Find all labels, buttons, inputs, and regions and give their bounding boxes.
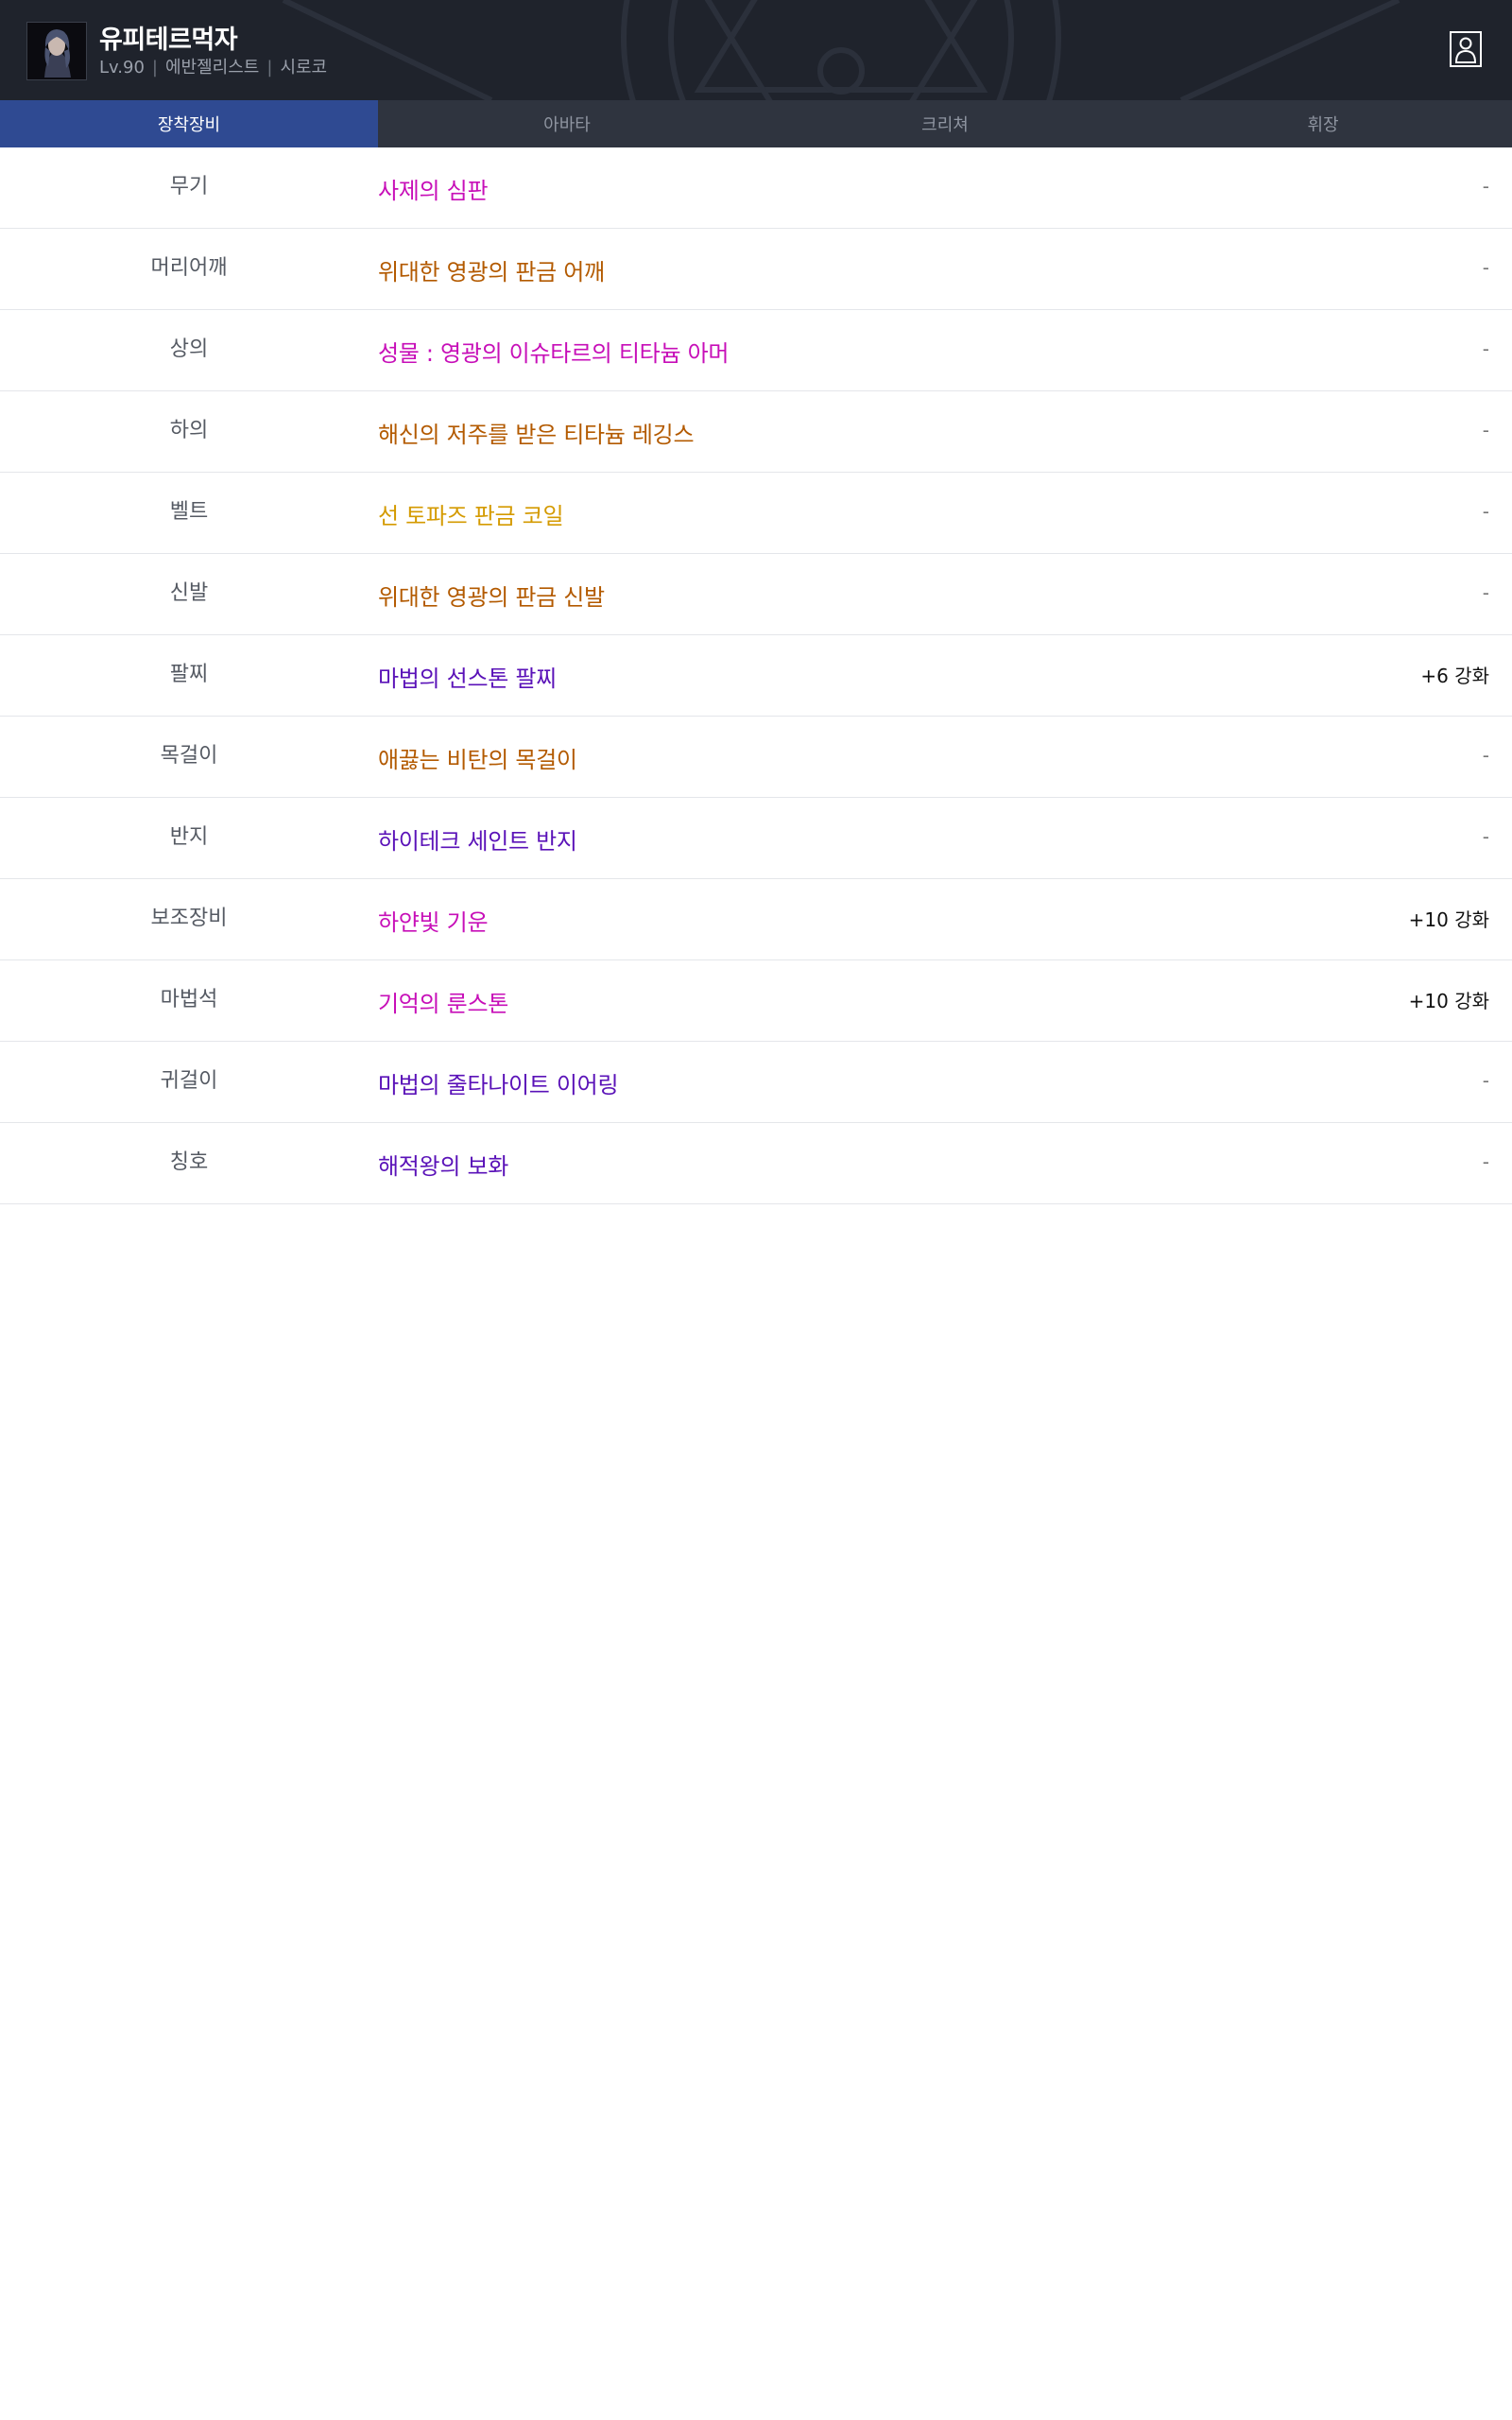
equipment-enhance-value: - bbox=[1482, 1069, 1489, 1092]
equipment-slot-label: 상의 bbox=[169, 337, 209, 361]
equipment-list: 무기 사제의 심판 - 머리어깨 위대한 영광의 판금 어깨 - 상의 성물 : 영광의 이슈… bbox=[0, 147, 1512, 1204]
equipment-item-name[interactable]: 성물 : 영광의 이슈타르의 티타늄 아머 bbox=[378, 310, 729, 391]
equipment-row[interactable]: 벨트 선 토파즈 판금 코일 - bbox=[0, 473, 1512, 554]
equipment-item-name[interactable]: 위대한 영광의 판금 신발 bbox=[378, 554, 605, 635]
equipment-enhance-value: - bbox=[1482, 256, 1489, 279]
equipment-enhance-value: +6 강화 bbox=[1420, 664, 1489, 687]
equipment-slot-label: 하의 bbox=[169, 419, 209, 442]
equipment-row[interactable]: 팔찌 마법의 선스톤 팔찌 +6 강화 bbox=[0, 635, 1512, 717]
equipment-slot-label: 벨트 bbox=[169, 500, 209, 524]
equipment-row[interactable]: 무기 사제의 심판 - bbox=[0, 147, 1512, 229]
equipment-enhance-value: - bbox=[1482, 175, 1489, 198]
character-portrait-icon bbox=[27, 23, 86, 79]
equipment-item-name[interactable]: 마법의 선스톤 팔찌 bbox=[378, 635, 557, 717]
person-icon bbox=[1454, 37, 1477, 63]
equipment-enhance-value: - bbox=[1482, 337, 1489, 360]
profile-button[interactable] bbox=[1450, 31, 1482, 67]
equipment-row[interactable]: 목걸이 애끓는 비탄의 목걸이 - bbox=[0, 717, 1512, 798]
equipment-row[interactable]: 하의 해신의 저주를 받은 티타늄 레깅스 - bbox=[0, 391, 1512, 473]
character-header: 유피테르먹자 Lv.90 | 에반젤리스트 | 시로코 bbox=[0, 0, 1512, 100]
equipment-enhance-value: - bbox=[1482, 419, 1489, 441]
tab-bar: 장착장비 아바타 크리쳐 휘장 bbox=[0, 100, 1512, 147]
equipment-row[interactable]: 보조장비 하얀빛 기운 +10 강화 bbox=[0, 879, 1512, 960]
equipment-slot-label: 보조장비 bbox=[150, 907, 228, 930]
equipment-item-name[interactable]: 마법의 줄타나이트 이어링 bbox=[378, 1042, 619, 1123]
equipment-row[interactable]: 귀걸이 마법의 줄타나이트 이어링 - bbox=[0, 1042, 1512, 1123]
character-server: 시로코 bbox=[280, 58, 328, 78]
equipment-item-name[interactable]: 애끓는 비탄의 목걸이 bbox=[378, 717, 577, 798]
tab-equipment[interactable]: 장착장비 bbox=[0, 100, 378, 147]
equipment-enhance-value: - bbox=[1482, 1150, 1489, 1173]
equipment-row[interactable]: 상의 성물 : 영광의 이슈타르의 티타늄 아머 - bbox=[0, 310, 1512, 391]
tab-creature[interactable]: 크리쳐 bbox=[756, 100, 1134, 147]
info-separator: | bbox=[151, 58, 158, 78]
equipment-enhance-value: +10 강화 bbox=[1408, 989, 1489, 1012]
equipment-row[interactable]: 신발 위대한 영광의 판금 신발 - bbox=[0, 554, 1512, 635]
equipment-item-name[interactable]: 사제의 심판 bbox=[378, 147, 489, 229]
equipment-enhance-value: - bbox=[1482, 581, 1489, 604]
equipment-row[interactable]: 머리어깨 위대한 영광의 판금 어깨 - bbox=[0, 229, 1512, 310]
equipment-item-name[interactable]: 하이테크 세인트 반지 bbox=[378, 798, 577, 879]
equipment-slot-label: 목걸이 bbox=[160, 744, 218, 768]
equipment-enhance-value: - bbox=[1482, 825, 1489, 848]
equipment-slot-label: 귀걸이 bbox=[160, 1069, 218, 1093]
info-separator: | bbox=[266, 58, 273, 78]
equipment-slot-label: 마법석 bbox=[160, 988, 218, 1011]
tab-avatar[interactable]: 아바타 bbox=[378, 100, 756, 147]
equipment-slot-label: 신발 bbox=[169, 581, 209, 605]
equipment-item-name[interactable]: 선 토파즈 판금 코일 bbox=[378, 473, 564, 554]
equipment-slot-label: 칭호 bbox=[169, 1150, 209, 1174]
equipment-item-name[interactable]: 해신의 저주를 받은 티타늄 레깅스 bbox=[378, 391, 695, 473]
equipment-slot-label: 팔찌 bbox=[169, 663, 209, 686]
tab-emblem[interactable]: 휘장 bbox=[1134, 100, 1512, 147]
equipment-enhance-value: +10 강화 bbox=[1408, 908, 1489, 931]
equipment-row[interactable]: 마법석 기억의 룬스톤 +10 강화 bbox=[0, 960, 1512, 1042]
equipment-item-name[interactable]: 기억의 룬스톤 bbox=[378, 960, 508, 1042]
character-level: Lv.90 bbox=[99, 58, 145, 78]
equipment-enhance-value: - bbox=[1482, 744, 1489, 767]
character-job: 에반젤리스트 bbox=[165, 58, 260, 78]
equipment-item-name[interactable]: 하얀빛 기운 bbox=[378, 879, 489, 960]
equipment-slot-label: 무기 bbox=[169, 175, 209, 199]
equipment-row[interactable]: 반지 하이테크 세인트 반지 - bbox=[0, 798, 1512, 879]
equipment-row[interactable]: 칭호 해적왕의 보화 - bbox=[0, 1123, 1512, 1204]
character-avatar bbox=[26, 22, 87, 80]
equipment-item-name[interactable]: 위대한 영광의 판금 어깨 bbox=[378, 229, 605, 310]
character-name: 유피테르먹자 bbox=[99, 26, 238, 55]
equipment-enhance-value: - bbox=[1482, 500, 1489, 523]
character-info: Lv.90 | 에반젤리스트 | 시로코 bbox=[99, 54, 327, 78]
equipment-slot-label: 머리어깨 bbox=[150, 256, 228, 280]
equipment-slot-label: 반지 bbox=[169, 825, 209, 849]
equipment-item-name[interactable]: 해적왕의 보화 bbox=[378, 1123, 508, 1204]
